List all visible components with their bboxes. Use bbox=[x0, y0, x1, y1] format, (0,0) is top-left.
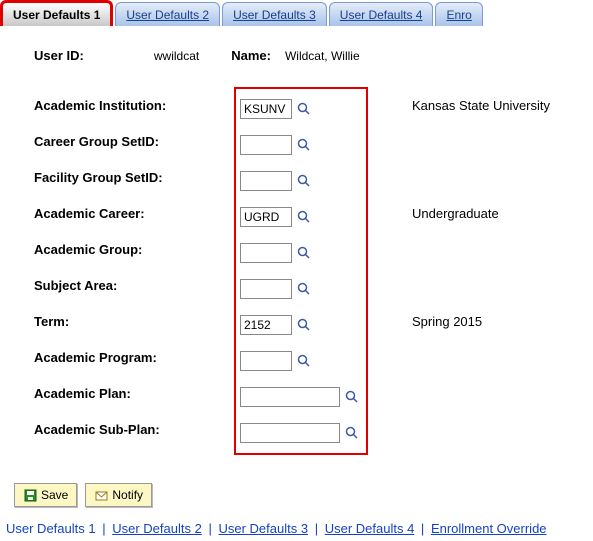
bottom-link-user-defaults-4[interactable]: User Defaults 4 bbox=[325, 521, 415, 536]
input-academic-program[interactable] bbox=[240, 351, 292, 371]
name-value: Wildcat, Willie bbox=[285, 49, 360, 63]
desc-academic-sub-plan bbox=[412, 411, 550, 447]
name-label: Name: bbox=[231, 48, 271, 63]
lookup-academic-career-icon[interactable] bbox=[296, 209, 312, 225]
descriptions-column: Kansas State University Undergraduate Sp… bbox=[368, 87, 550, 455]
action-buttons-row: Save Notify bbox=[0, 465, 593, 517]
label-subject-area: Subject Area: bbox=[34, 267, 234, 303]
tab-user-defaults-1[interactable]: User Defaults 1 bbox=[0, 0, 113, 26]
desc-term: Spring 2015 bbox=[412, 303, 550, 339]
user-id-label: User ID: bbox=[34, 48, 84, 63]
label-academic-career: Academic Career: bbox=[34, 195, 234, 231]
lookup-facility-group-setid-icon[interactable] bbox=[296, 173, 312, 189]
save-icon bbox=[23, 488, 37, 502]
input-term[interactable] bbox=[240, 315, 292, 335]
input-academic-career[interactable] bbox=[240, 207, 292, 227]
desc-academic-group bbox=[412, 231, 550, 267]
input-academic-sub-plan[interactable] bbox=[240, 423, 340, 443]
notify-button[interactable]: Notify bbox=[85, 483, 152, 507]
tab-user-defaults-4[interactable]: User Defaults 4 bbox=[329, 2, 434, 26]
desc-academic-institution: Kansas State University bbox=[412, 87, 550, 123]
bottom-link-current: User Defaults 1 bbox=[6, 521, 96, 536]
label-academic-program: Academic Program: bbox=[34, 339, 234, 375]
save-button[interactable]: Save bbox=[14, 483, 77, 507]
desc-academic-plan bbox=[412, 375, 550, 411]
input-subject-area[interactable] bbox=[240, 279, 292, 299]
input-career-group-setid[interactable] bbox=[240, 135, 292, 155]
lookup-academic-group-icon[interactable] bbox=[296, 245, 312, 261]
input-academic-group[interactable] bbox=[240, 243, 292, 263]
lookup-term-icon[interactable] bbox=[296, 317, 312, 333]
desc-subject-area bbox=[412, 267, 550, 303]
tab-user-defaults-3[interactable]: User Defaults 3 bbox=[222, 2, 327, 26]
label-facility-group-setid: Facility Group SetID: bbox=[34, 159, 234, 195]
tab-enrollment[interactable]: Enro bbox=[435, 2, 482, 26]
label-academic-sub-plan: Academic Sub-Plan: bbox=[34, 411, 234, 447]
label-career-group-setid: Career Group SetID: bbox=[34, 123, 234, 159]
lookup-academic-sub-plan-icon[interactable] bbox=[344, 425, 360, 441]
notify-button-label: Notify bbox=[112, 488, 143, 502]
field-labels-column: Academic Institution: Career Group SetID… bbox=[34, 87, 234, 455]
lookup-academic-program-icon[interactable] bbox=[296, 353, 312, 369]
lookup-subject-area-icon[interactable] bbox=[296, 281, 312, 297]
input-academic-institution[interactable] bbox=[240, 99, 292, 119]
header-row: User ID: wwildcat Name: Wildcat, Willie bbox=[34, 48, 575, 63]
bottom-link-enrollment-override[interactable]: Enrollment Override bbox=[431, 521, 547, 536]
desc-academic-program bbox=[412, 339, 550, 375]
tab-bar: User Defaults 1 User Defaults 2 User Def… bbox=[0, 0, 593, 26]
label-academic-institution: Academic Institution: bbox=[34, 87, 234, 123]
label-academic-group: Academic Group: bbox=[34, 231, 234, 267]
bottom-link-user-defaults-3[interactable]: User Defaults 3 bbox=[218, 521, 308, 536]
input-academic-plan[interactable] bbox=[240, 387, 340, 407]
input-facility-group-setid[interactable] bbox=[240, 171, 292, 191]
desc-career-group-setid bbox=[412, 123, 550, 159]
lookup-academic-plan-icon[interactable] bbox=[344, 389, 360, 405]
label-academic-plan: Academic Plan: bbox=[34, 375, 234, 411]
desc-facility-group-setid bbox=[412, 159, 550, 195]
bottom-links-row: User Defaults 1 | User Defaults 2 | User… bbox=[0, 517, 593, 540]
desc-academic-career: Undergraduate bbox=[412, 195, 550, 231]
save-button-label: Save bbox=[41, 488, 68, 502]
user-id-value: wwildcat bbox=[154, 49, 199, 63]
lookup-academic-institution-icon[interactable] bbox=[296, 101, 312, 117]
inputs-highlight-box bbox=[234, 87, 368, 455]
label-term: Term: bbox=[34, 303, 234, 339]
tab-user-defaults-2[interactable]: User Defaults 2 bbox=[115, 2, 220, 26]
bottom-link-user-defaults-2[interactable]: User Defaults 2 bbox=[112, 521, 202, 536]
lookup-career-group-setid-icon[interactable] bbox=[296, 137, 312, 153]
notify-icon bbox=[94, 488, 108, 502]
